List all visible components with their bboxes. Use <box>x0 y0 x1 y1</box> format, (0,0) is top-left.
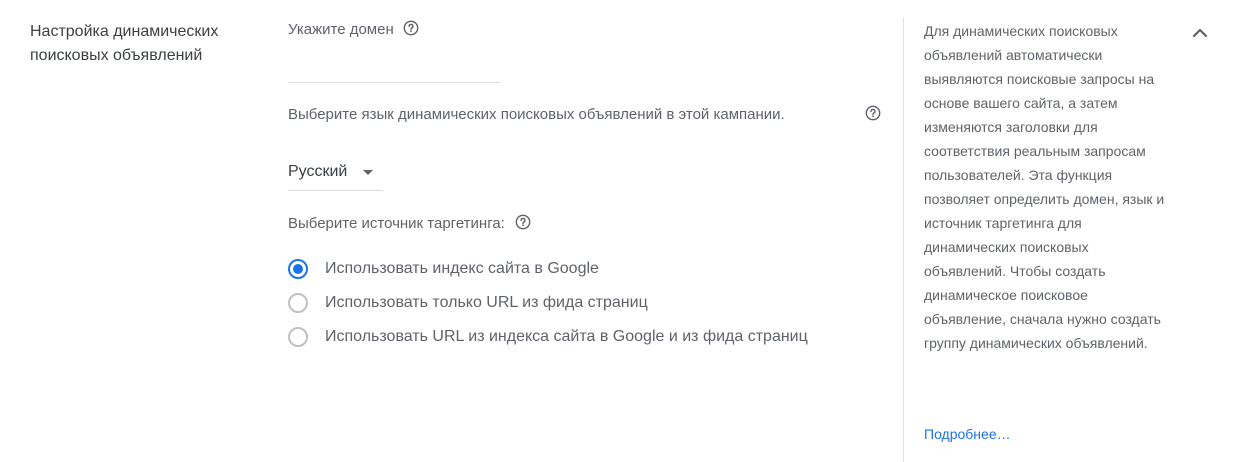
radio-button[interactable] <box>288 293 308 313</box>
domain-input[interactable] <box>288 50 501 83</box>
targeting-label: Выберите источник таргетинга: <box>288 215 505 232</box>
targeting-source-radio-group: Использовать индекс сайта в Google Испол… <box>288 252 808 354</box>
domain-label: Укажите домен <box>288 21 394 38</box>
radio-button[interactable] <box>288 327 308 347</box>
radio-label: Использовать индекс сайта в Google <box>325 260 599 277</box>
chevron-up-icon[interactable] <box>1187 20 1213 46</box>
learn-more-link[interactable]: Подробнее… <box>924 422 1011 446</box>
radio-label: Использовать только URL из фида страниц <box>325 294 648 311</box>
targeting-label-row: Выберите источник таргетинга: <box>288 212 531 236</box>
radio-label: Использовать URL из индекса сайта в Goog… <box>325 328 808 345</box>
radio-option-site-index[interactable]: Использовать индекс сайта в Google <box>288 252 808 286</box>
settings-form: Укажите домен Выберите язык динамических… <box>288 0 888 462</box>
radio-option-page-feed[interactable]: Использовать только URL из фида страниц <box>288 286 808 320</box>
help-circle-icon[interactable] <box>515 214 531 230</box>
language-selected-value: Русский <box>288 163 348 180</box>
language-dropdown[interactable]: Русский <box>288 158 383 191</box>
language-label: Выберите язык динамических поисковых объ… <box>288 106 785 123</box>
caret-down-icon <box>363 170 373 175</box>
vertical-divider <box>903 18 904 462</box>
radio-button[interactable] <box>288 259 308 279</box>
domain-label-row: Укажите домен <box>288 18 419 42</box>
help-circle-icon[interactable] <box>865 105 881 121</box>
help-circle-icon[interactable] <box>403 20 419 36</box>
help-description: Для динамических поисковых объявлений ав… <box>924 23 1165 351</box>
help-panel: Для динамических поисковых объявлений ав… <box>924 19 1169 355</box>
radio-option-index-and-feed[interactable]: Использовать URL из индекса сайта в Goog… <box>288 320 808 354</box>
section-title: Настройка динамических поисковых объявле… <box>30 23 219 64</box>
